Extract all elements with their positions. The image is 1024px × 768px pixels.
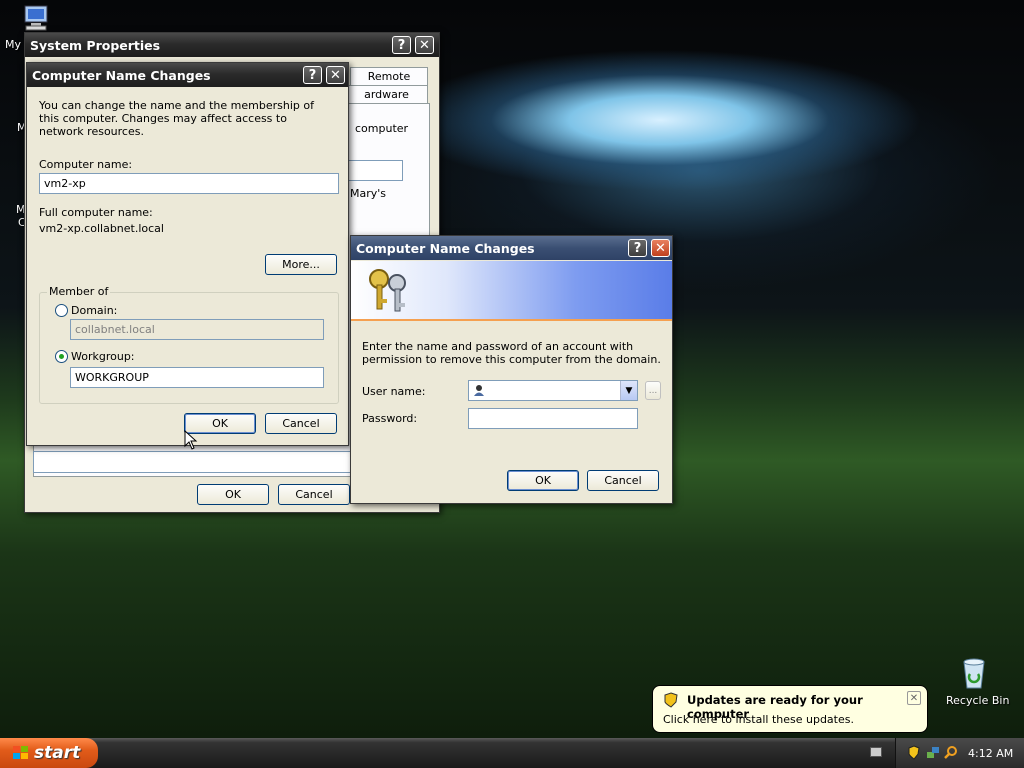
- system-properties-title: System Properties: [30, 37, 161, 53]
- system-properties-titlebar[interactable]: System Properties ? ✕: [25, 33, 439, 57]
- tab-remote[interactable]: Remote: [350, 67, 428, 85]
- balloon-close-icon[interactable]: ✕: [907, 691, 921, 705]
- workgroup-radio[interactable]: [55, 350, 68, 363]
- password-input[interactable]: [468, 408, 638, 429]
- credentials-window: Computer Name Changes ? ✕ Enter the name…: [350, 235, 673, 504]
- help-button[interactable]: ?: [392, 36, 411, 54]
- security-shield-icon[interactable]: [908, 745, 920, 760]
- name-changes-title: Computer Name Changes: [32, 67, 211, 83]
- workgroup-label: Workgroup:: [71, 350, 135, 363]
- my-computer-icon[interactable]: [22, 4, 54, 34]
- panel-field[interactable]: [347, 160, 403, 181]
- password-label: Password:: [362, 412, 418, 425]
- panel-text-fragment: computer: [355, 122, 409, 135]
- close-button[interactable]: ✕: [326, 66, 345, 84]
- full-name-value: vm2-xp.collabnet.local: [39, 222, 164, 235]
- credentials-title: Computer Name Changes: [356, 240, 535, 256]
- domain-radio[interactable]: [55, 304, 68, 317]
- sysprop-cancel-button[interactable]: Cancel: [278, 484, 350, 505]
- computer-name-input[interactable]: vm2-xp: [39, 173, 339, 194]
- credentials-banner: [351, 261, 672, 321]
- workgroup-input[interactable]: WORKGROUP: [70, 367, 324, 388]
- panel-text-fragment: Mary's: [350, 187, 387, 200]
- domain-input[interactable]: collabnet.local: [70, 319, 324, 340]
- balloon-text: Click here to install these updates.: [663, 713, 854, 726]
- windows-logo-icon: [12, 745, 30, 761]
- credentials-titlebar[interactable]: Computer Name Changes ? ✕: [351, 236, 672, 260]
- credentials-message: Enter the name and password of an accoun…: [362, 340, 661, 366]
- update-balloon[interactable]: Updates are ready for your computer Clic…: [652, 685, 928, 733]
- panel-box: [33, 451, 351, 473]
- help-button[interactable]: ?: [303, 66, 322, 84]
- member-of-label: Member of: [47, 285, 111, 298]
- browse-button[interactable]: ...: [645, 381, 661, 400]
- system-tray: 4:12 AM: [895, 738, 1024, 768]
- computer-name-changes-window: Computer Name Changes ? ✕ You can change…: [26, 62, 349, 446]
- tab-hardware[interactable]: ardware: [345, 85, 428, 103]
- shield-icon: [664, 692, 678, 708]
- sysprop-ok-button[interactable]: OK: [197, 484, 269, 505]
- close-button[interactable]: ✕: [415, 36, 434, 54]
- recycle-bin-icon[interactable]: [958, 656, 990, 690]
- username-combobox[interactable]: ▼: [468, 380, 638, 401]
- my-computer-label: My: [5, 38, 22, 51]
- help-button[interactable]: ?: [628, 239, 647, 257]
- more-button[interactable]: More...: [265, 254, 337, 275]
- credentials-ok-button[interactable]: OK: [507, 470, 579, 491]
- username-label: User name:: [362, 385, 426, 398]
- intro-text: You can change the name and the membersh…: [39, 99, 314, 138]
- domain-label: Domain:: [71, 304, 118, 317]
- credentials-cancel-button[interactable]: Cancel: [587, 470, 659, 491]
- full-name-label: Full computer name:: [39, 206, 153, 219]
- name-changes-cancel-button[interactable]: Cancel: [265, 413, 337, 434]
- recycle-bin-label: Recycle Bin: [946, 694, 1010, 707]
- keys-icon: [365, 265, 413, 315]
- start-label: start: [34, 743, 81, 763]
- dropdown-arrow-icon[interactable]: ▼: [620, 381, 637, 400]
- start-button[interactable]: start: [0, 738, 98, 768]
- user-icon: [473, 384, 485, 397]
- name-changes-titlebar[interactable]: Computer Name Changes ? ✕: [27, 63, 348, 87]
- computer-name-label: Computer name:: [39, 158, 133, 171]
- clock[interactable]: 4:12 AM: [968, 747, 1013, 760]
- keyboard-icon[interactable]: [870, 747, 882, 757]
- network-icon[interactable]: [926, 746, 940, 760]
- mouse-cursor-icon: [184, 429, 198, 450]
- close-button[interactable]: ✕: [651, 239, 670, 257]
- search-icon[interactable]: [944, 745, 958, 759]
